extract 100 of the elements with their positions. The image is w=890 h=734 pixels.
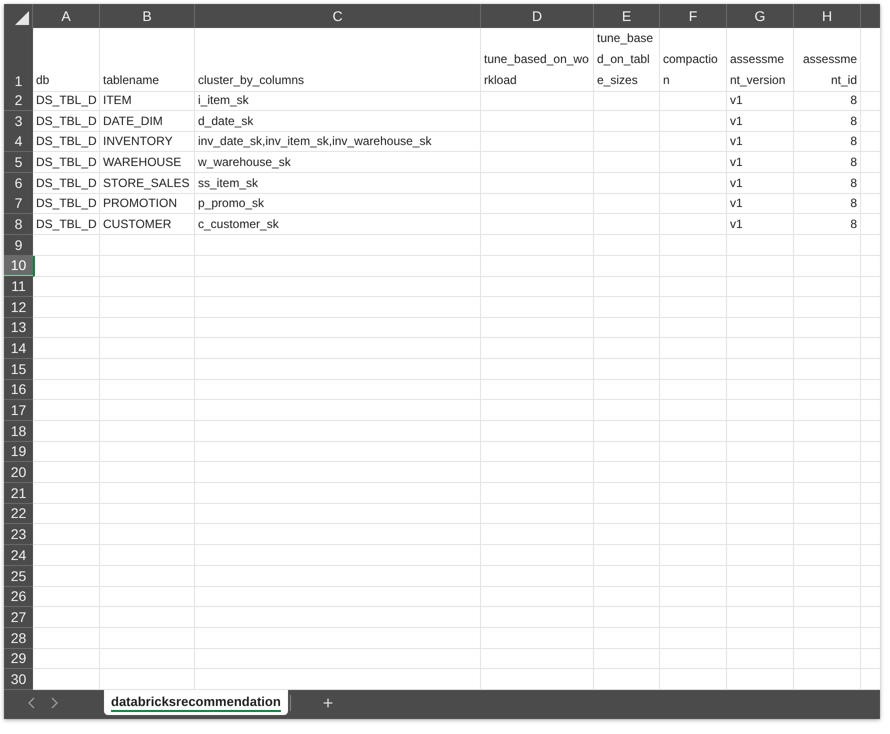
empty-cell[interactable] <box>481 338 594 359</box>
row-header[interactable]: 25 <box>4 566 33 586</box>
empty-cell[interactable] <box>481 545 594 566</box>
empty-cell[interactable] <box>195 607 481 628</box>
table-cell[interactable]: inv_date_sk,inv_item_sk,inv_warehouse_sk <box>195 131 481 152</box>
empty-cell[interactable] <box>794 400 861 421</box>
column-header[interactable]: B <box>100 4 195 28</box>
column-header[interactable]: H <box>794 4 861 28</box>
empty-cell[interactable] <box>660 338 727 359</box>
row-header[interactable]: 18 <box>4 421 33 442</box>
empty-cell[interactable] <box>794 442 861 462</box>
empty-cell[interactable] <box>660 524 727 546</box>
row-header[interactable]: 17 <box>4 400 33 421</box>
empty-cell[interactable] <box>100 442 195 462</box>
empty-cell[interactable] <box>195 358 481 380</box>
empty-cell[interactable] <box>100 338 195 359</box>
table-cell[interactable]: DS_TBL_D <box>33 193 100 214</box>
empty-cell[interactable] <box>481 504 594 524</box>
empty-cell[interactable] <box>481 586 594 608</box>
column-heading[interactable]: tune_based_on_workload <box>481 28 594 92</box>
table-cell[interactable]: 8 <box>794 172 861 194</box>
table-cell[interactable]: v1 <box>727 90 794 111</box>
column-heading[interactable]: tablename <box>100 28 195 92</box>
empty-cell[interactable] <box>195 648 481 670</box>
empty-cell[interactable] <box>594 110 660 132</box>
empty-cell[interactable] <box>100 276 195 297</box>
row-header[interactable]: 24 <box>4 545 33 566</box>
empty-cell[interactable] <box>100 607 195 628</box>
row-header[interactable]: 2 <box>4 90 33 111</box>
empty-cell[interactable] <box>794 586 861 608</box>
table-cell[interactable]: 8 <box>794 214 861 236</box>
empty-cell[interactable] <box>481 193 594 214</box>
empty-cell[interactable] <box>195 566 481 586</box>
table-cell[interactable]: STORE_SALES <box>100 172 195 194</box>
table-cell[interactable]: PROMOTION <box>100 193 195 214</box>
empty-cell[interactable] <box>727 421 794 442</box>
add-sheet-button[interactable]: + <box>322 690 334 716</box>
empty-cell[interactable] <box>195 628 481 649</box>
row-header[interactable]: 22 <box>4 504 33 524</box>
empty-cell[interactable] <box>660 421 727 442</box>
column-header[interactable]: G <box>727 4 794 28</box>
column-heading[interactable]: assessment_id <box>794 28 861 92</box>
empty-cell[interactable] <box>727 442 794 462</box>
row-header[interactable]: 6 <box>4 172 33 194</box>
table-cell[interactable]: 8 <box>794 110 861 132</box>
empty-cell[interactable] <box>660 318 727 338</box>
empty-cell[interactable] <box>794 276 861 297</box>
table-cell[interactable]: INVENTORY <box>100 131 195 152</box>
table-cell[interactable]: DS_TBL_D <box>33 214 100 236</box>
empty-cell[interactable] <box>481 214 594 236</box>
empty-cell[interactable] <box>195 256 481 276</box>
empty-cell[interactable] <box>727 607 794 628</box>
empty-cell[interactable] <box>794 234 861 256</box>
empty-cell[interactable] <box>594 90 660 111</box>
row-header[interactable]: 1 <box>4 28 33 92</box>
empty-cell[interactable] <box>195 318 481 338</box>
table-cell[interactable]: DS_TBL_D <box>33 90 100 111</box>
empty-cell[interactable] <box>195 586 481 608</box>
empty-cell[interactable] <box>195 524 481 546</box>
empty-cell[interactable] <box>481 566 594 586</box>
empty-cell[interactable] <box>594 296 660 318</box>
table-cell[interactable]: WAREHOUSE <box>100 152 195 174</box>
table-cell[interactable]: 8 <box>794 152 861 174</box>
empty-cell[interactable] <box>195 504 481 524</box>
column-header[interactable]: A <box>33 4 100 28</box>
empty-cell[interactable] <box>481 421 594 442</box>
empty-cell[interactable] <box>481 628 594 649</box>
empty-cell[interactable] <box>594 421 660 442</box>
empty-cell[interactable] <box>481 276 594 297</box>
table-cell[interactable]: w_warehouse_sk <box>195 152 481 174</box>
empty-cell[interactable] <box>594 607 660 628</box>
table-cell[interactable]: 8 <box>794 90 861 111</box>
empty-cell[interactable] <box>195 483 481 504</box>
empty-cell[interactable] <box>794 607 861 628</box>
table-cell[interactable]: DS_TBL_D <box>33 152 100 174</box>
empty-cell[interactable] <box>727 504 794 524</box>
empty-cell[interactable] <box>481 358 594 380</box>
empty-cell[interactable] <box>660 586 727 608</box>
empty-cell[interactable] <box>727 586 794 608</box>
empty-cell[interactable] <box>660 90 727 111</box>
empty-cell[interactable] <box>660 214 727 236</box>
row-header[interactable]: 15 <box>4 358 33 380</box>
row-header[interactable]: 27 <box>4 607 33 628</box>
empty-cell[interactable] <box>594 234 660 256</box>
empty-cell[interactable] <box>481 234 594 256</box>
empty-cell[interactable] <box>481 90 594 111</box>
empty-cell[interactable] <box>481 131 594 152</box>
empty-cell[interactable] <box>660 296 727 318</box>
empty-cell[interactable] <box>660 131 727 152</box>
row-header[interactable]: 13 <box>4 318 33 338</box>
row-header[interactable]: 28 <box>4 628 33 649</box>
table-cell[interactable]: CUSTOMER <box>100 214 195 236</box>
empty-cell[interactable] <box>100 296 195 318</box>
empty-cell[interactable] <box>594 152 660 174</box>
table-cell[interactable]: ITEM <box>100 90 195 111</box>
empty-cell[interactable] <box>481 442 594 462</box>
row-header[interactable]: 16 <box>4 380 33 400</box>
column-header[interactable]: F <box>660 4 727 28</box>
column-header[interactable]: E <box>594 4 660 28</box>
empty-cell[interactable] <box>594 172 660 194</box>
